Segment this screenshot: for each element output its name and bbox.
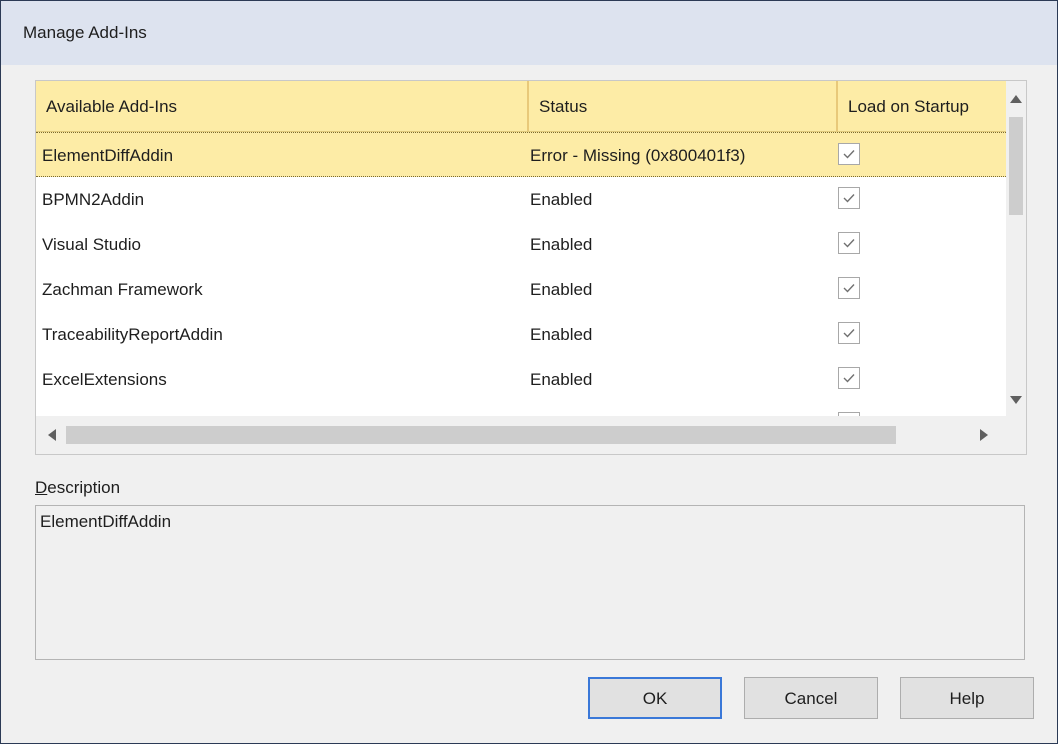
description-text: ElementDiffAddin bbox=[40, 512, 172, 531]
column-header-available-addins[interactable]: Available Add-Ins bbox=[36, 81, 529, 131]
description-label: Description bbox=[35, 478, 120, 498]
load-on-startup-checkbox[interactable] bbox=[838, 187, 860, 209]
addin-name: ExcelExtensions bbox=[42, 370, 167, 389]
addin-status: Enabled bbox=[530, 190, 593, 209]
description-label-text: escription bbox=[47, 478, 121, 497]
addin-status: Enabled bbox=[530, 235, 593, 254]
column-header-status[interactable]: Status bbox=[529, 81, 838, 131]
check-mark-icon bbox=[843, 374, 855, 383]
addin-status: Enabled bbox=[530, 280, 593, 299]
check-mark-icon bbox=[843, 329, 855, 338]
check-mark-icon bbox=[843, 150, 855, 159]
addins-grid: Available Add-Ins Status Load on Startup… bbox=[35, 80, 1027, 455]
table-row[interactable]: BPMN2Addin Enabled bbox=[36, 177, 1006, 222]
addin-name: BPMN2Addin bbox=[42, 190, 145, 209]
load-on-startup-checkbox[interactable] bbox=[838, 143, 860, 165]
grid-header: Available Add-Ins Status Load on Startup bbox=[36, 81, 1006, 132]
addin-status: Enabled bbox=[530, 370, 593, 389]
check-mark-icon bbox=[843, 284, 855, 293]
triangle-down-icon[interactable] bbox=[1010, 396, 1022, 404]
horizontal-scroll-thumb[interactable] bbox=[66, 426, 896, 444]
window-title: Manage Add-Ins bbox=[23, 23, 147, 42]
triangle-right-icon[interactable] bbox=[980, 429, 988, 441]
load-on-startup-checkbox[interactable] bbox=[838, 232, 860, 254]
vertical-scroll-thumb[interactable] bbox=[1009, 117, 1023, 215]
triangle-left-icon[interactable] bbox=[48, 429, 56, 441]
title-bar: Manage Add-Ins bbox=[1, 1, 1057, 65]
table-row[interactable]: ElementDiffAddin Error - Missing (0x80040… bbox=[36, 132, 1006, 177]
help-button[interactable]: Help bbox=[900, 677, 1034, 719]
ok-button[interactable]: OK bbox=[588, 677, 722, 719]
addin-name: Visual Studio bbox=[42, 235, 141, 254]
addin-name: TraceabilityReportAddin bbox=[42, 325, 223, 344]
description-box[interactable]: ElementDiffAddin bbox=[35, 505, 1025, 660]
description-mnemonic: D bbox=[35, 478, 48, 497]
triangle-up-icon[interactable] bbox=[1010, 95, 1022, 103]
table-row[interactable]: Zachman Framework Enabled bbox=[36, 267, 1006, 312]
manage-addins-dialog: Manage Add-Ins Available Add-Ins Status … bbox=[0, 0, 1058, 744]
load-on-startup-checkbox[interactable] bbox=[838, 322, 860, 344]
table-row[interactable]: ExcelExtensions Enabled bbox=[36, 357, 1006, 402]
table-row[interactable]: Visual Studio Enabled bbox=[36, 222, 1006, 267]
addin-status: Enabled bbox=[530, 325, 593, 344]
addin-name: ElementDiffAddin bbox=[42, 146, 174, 165]
check-mark-icon bbox=[843, 194, 855, 203]
addin-status: Error - Missing (0x800401f3) bbox=[530, 146, 746, 165]
load-on-startup-checkbox[interactable] bbox=[838, 277, 860, 299]
table-row[interactable]: TraceabilityReportAddin Enabled bbox=[36, 312, 1006, 357]
cancel-button[interactable]: Cancel bbox=[744, 677, 878, 719]
horizontal-scrollbar[interactable] bbox=[36, 416, 1026, 454]
check-mark-icon bbox=[843, 239, 855, 248]
load-on-startup-checkbox[interactable] bbox=[838, 367, 860, 389]
vertical-scrollbar[interactable] bbox=[1006, 81, 1026, 416]
column-header-load-on-startup[interactable]: Load on Startup bbox=[838, 81, 1006, 131]
addin-name: Zachman Framework bbox=[42, 280, 203, 299]
